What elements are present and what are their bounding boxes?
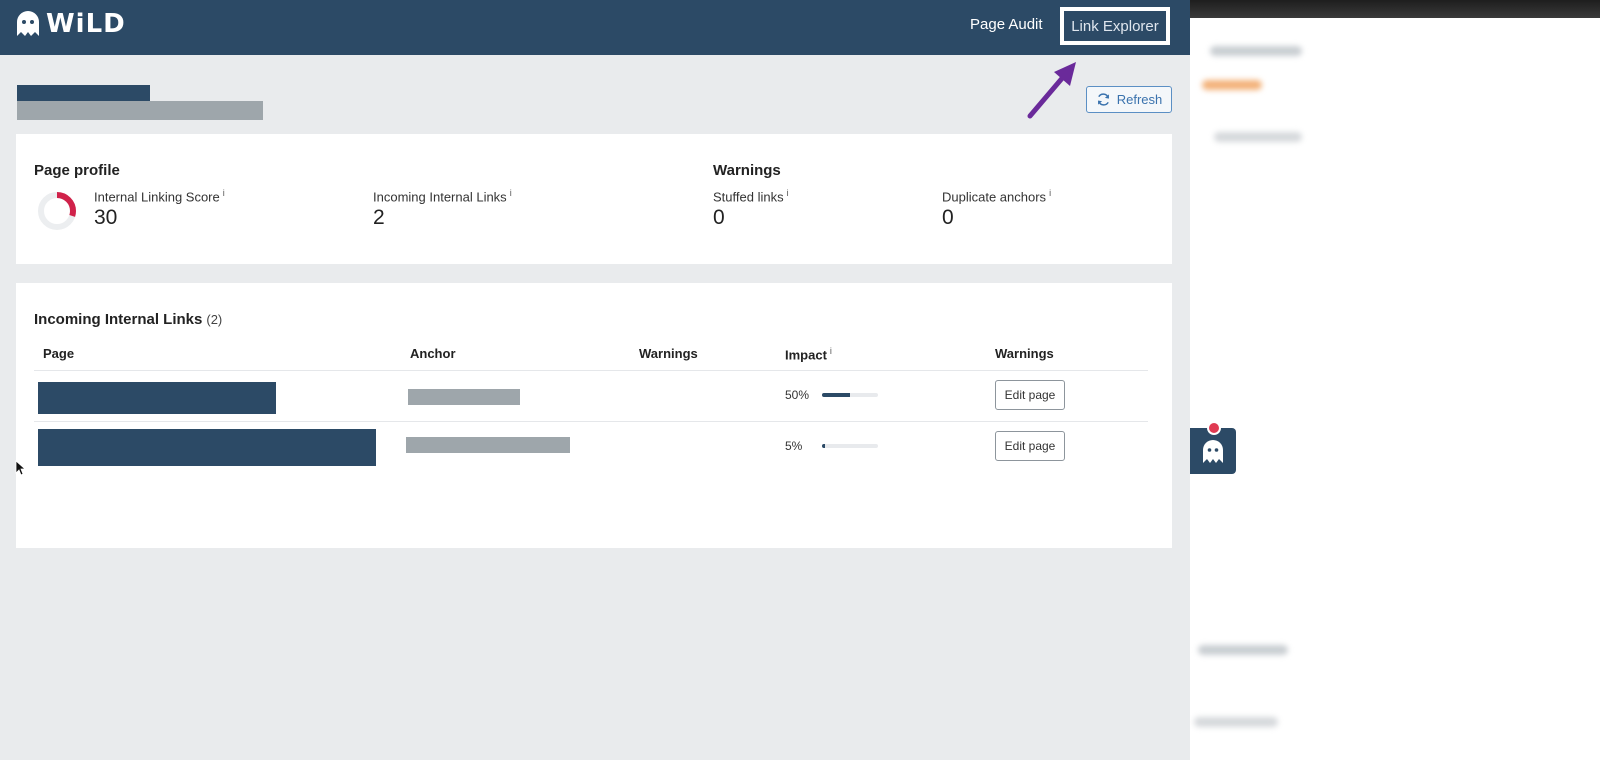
impact-bar <box>822 393 878 397</box>
page-profile-title: Page profile <box>34 162 120 179</box>
impact-header-text: Impact <box>785 347 827 363</box>
incoming-links-title-text: Incoming Internal Links <box>34 311 203 328</box>
stuffed-links-label: Stuffed links i <box>713 188 789 204</box>
column-header-anchor: Anchor <box>410 346 456 361</box>
blurred-side-panel <box>1190 0 1600 760</box>
redacted-anchor-text <box>406 437 570 453</box>
warnings-title: Warnings <box>713 162 781 179</box>
redacted-page-url <box>17 101 263 120</box>
stuffed-links-value: 0 <box>713 206 725 229</box>
internal-linking-score-value: 30 <box>94 206 118 229</box>
blurred-text <box>1198 645 1288 655</box>
incoming-internal-links-value: 2 <box>373 206 385 229</box>
impact-bar-fill <box>822 444 825 448</box>
internal-linking-score-text: Internal Linking Score <box>94 189 220 205</box>
redacted-page-link[interactable] <box>38 382 276 414</box>
impact-percent: 5% <box>785 439 803 453</box>
page-profile-card: Page profile Internal Linking Score i 30 … <box>16 134 1172 264</box>
refresh-button[interactable]: Refresh <box>1086 86 1172 113</box>
info-icon[interactable]: i <box>223 188 225 198</box>
linking-score-donut <box>38 192 76 230</box>
duplicate-anchors-text: Duplicate anchors <box>942 189 1047 205</box>
info-icon[interactable]: i <box>510 188 512 198</box>
column-header-impact: Impact i <box>785 346 832 362</box>
info-icon[interactable]: i <box>787 188 789 198</box>
edit-page-button[interactable]: Edit page <box>995 380 1065 410</box>
top-navbar: WiLD Page Audit Link Explorer <box>0 0 1190 55</box>
refresh-icon <box>1097 93 1109 106</box>
incoming-internal-links-text: Incoming Internal Links <box>373 189 507 205</box>
redacted-anchor-text <box>408 389 520 405</box>
blurred-text <box>1210 46 1302 56</box>
annotation-arrow-icon <box>1027 62 1076 119</box>
edit-page-button[interactable]: Edit page <box>995 431 1065 461</box>
incoming-links-title: Incoming Internal Links (2) <box>34 311 222 328</box>
blurred-text <box>1214 132 1302 142</box>
nav-page-audit[interactable]: Page Audit <box>970 16 1043 33</box>
column-header-page: Page <box>43 346 75 361</box>
app-main: WiLD Page Audit Link Explorer Refresh Pa… <box>0 0 1190 760</box>
column-header-warnings: Warnings <box>639 346 698 361</box>
logo-text: WiLD <box>46 9 126 39</box>
info-icon[interactable]: i <box>1049 188 1051 198</box>
ghost-logo-icon <box>17 11 39 36</box>
incoming-links-count: (2) <box>206 312 223 327</box>
impact-percent: 50% <box>785 388 810 402</box>
mouse-cursor-icon <box>15 460 25 476</box>
impact-bar <box>822 444 878 448</box>
incoming-links-card: Incoming Internal Links (2) Page Anchor W… <box>16 283 1172 548</box>
redacted-page-link[interactable] <box>38 429 376 466</box>
stuffed-links-text: Stuffed links <box>713 189 784 205</box>
notification-dot <box>1207 421 1221 435</box>
row-divider <box>34 370 1148 371</box>
blurred-text <box>1202 80 1262 90</box>
wild-logo[interactable]: WiLD <box>14 8 126 40</box>
blurred-text <box>1194 717 1278 727</box>
ghost-icon <box>1203 440 1223 463</box>
duplicate-anchors-value: 0 <box>942 206 954 229</box>
column-header-warnings-actions: Warnings <box>995 346 1054 361</box>
redacted-page-title <box>17 85 150 101</box>
side-panel-topbar <box>1190 0 1600 18</box>
incoming-internal-links-label: Incoming Internal Links i <box>373 188 512 204</box>
impact-bar-fill <box>822 393 850 397</box>
internal-linking-score-label: Internal Linking Score i <box>94 188 225 204</box>
refresh-label: Refresh <box>1116 92 1163 107</box>
nav-link-explorer[interactable]: Link Explorer <box>1060 7 1170 45</box>
duplicate-anchors-label: Duplicate anchors i <box>942 188 1051 204</box>
info-icon[interactable]: i <box>830 346 832 356</box>
row-divider <box>34 421 1148 422</box>
